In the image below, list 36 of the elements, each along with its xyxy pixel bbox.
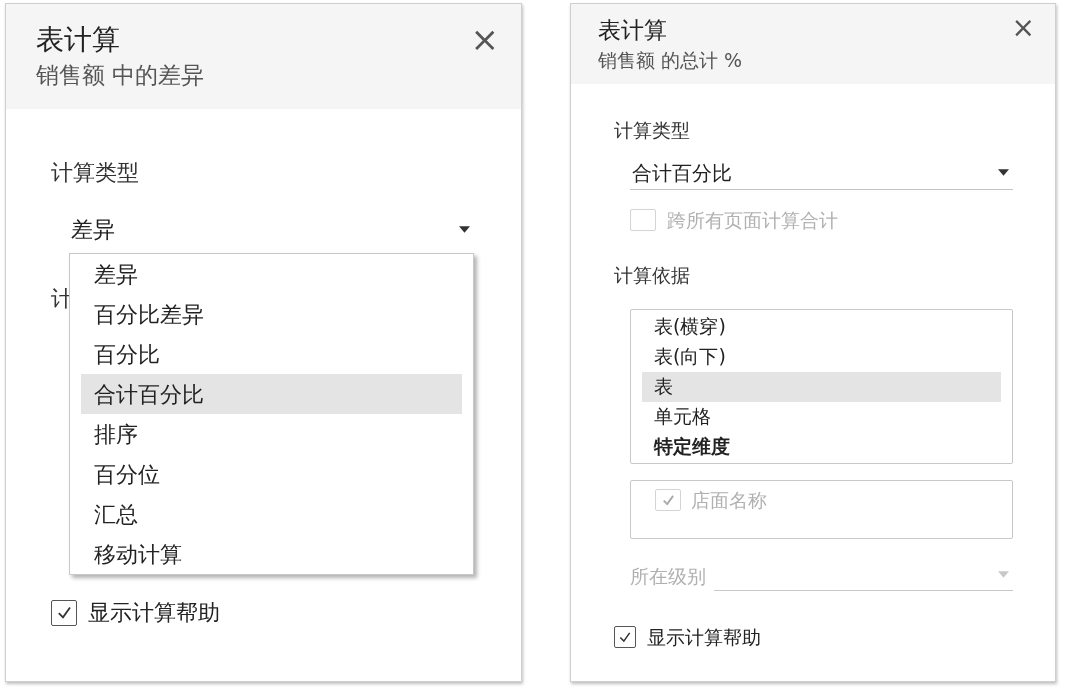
dropdown[interactable]: 差异 [69,211,474,247]
menu-item[interactable]: 差异 [81,254,462,294]
dropdown[interactable]: 合计百分比 [630,156,1013,190]
close-button[interactable]: × [470,22,499,56]
checkbox[interactable] [614,625,636,648]
list-item[interactable]: 表 [642,371,1001,402]
menu-item[interactable]: 汇总 [81,494,462,534]
checkbox-label: 显示计算帮助 [647,624,761,650]
section-label: 计 [51,285,73,313]
list-item[interactable]: 表(向下) [642,341,1001,372]
list-item[interactable]: 表(横穿) [642,311,1001,342]
menu-item[interactable]: 百分位 [81,454,462,494]
section-label: 计算类型 [614,118,690,142]
dialog-subtitle: 销售额 的总计 % [598,48,743,73]
caret-icon [998,169,1009,176]
caret-icon [998,570,1009,578]
list-item[interactable]: 特定维度 [642,431,1001,462]
check-icon [55,604,73,621]
checkbox-label: 跨所有页面计算合计 [667,208,838,233]
section-label: 计算依据 [614,262,690,287]
menu-item[interactable]: 合计百分比 [81,374,462,414]
menu-item[interactable]: 移动计算 [81,534,462,574]
checkbox-label: 显示计算帮助 [88,599,220,627]
section-label: 计算类型 [51,159,139,187]
close-button[interactable]: × [1011,14,1035,42]
list-item[interactable]: 单元格 [642,401,1001,432]
menu-item[interactable]: 排序 [81,414,462,454]
menu-item[interactable]: 百分比 [81,334,462,374]
checkbox[interactable] [51,599,77,626]
menu-item[interactable]: 百分比差异 [81,294,462,334]
checkbox-label: 店面名称 [691,487,767,513]
dialog-title: 表计算 [36,22,121,58]
dialog-subtitle: 销售额 中的差异 [36,61,205,90]
caret-icon [459,225,470,233]
field-label: 所在级别 [630,563,706,589]
dialog-title: 表计算 [598,16,668,45]
